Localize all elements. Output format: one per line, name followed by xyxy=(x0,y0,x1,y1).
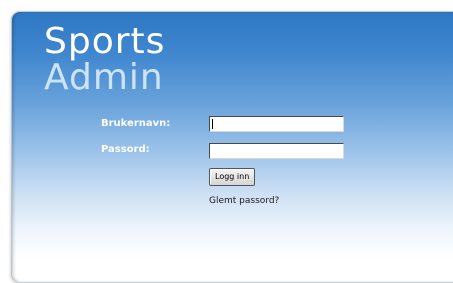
logo-text-sports: Sports xyxy=(44,21,166,62)
password-label: Passord: xyxy=(101,144,150,155)
sports-admin-logo: Sports Admin xyxy=(44,24,165,96)
forgot-password-link[interactable]: Glemt passord? xyxy=(209,196,279,206)
login-button[interactable]: Logg inn xyxy=(209,168,256,186)
username-label: Brukernavn: xyxy=(101,118,171,129)
login-panel: Sports Admin Brukernavn: Passord: Logg i… xyxy=(11,11,453,283)
logo-text-admin: Admin xyxy=(44,57,164,98)
text-cursor xyxy=(212,119,213,129)
username-input[interactable] xyxy=(209,116,344,132)
password-input[interactable] xyxy=(209,143,344,159)
login-page: Sports Admin Brukernavn: Passord: Logg i… xyxy=(0,0,453,283)
